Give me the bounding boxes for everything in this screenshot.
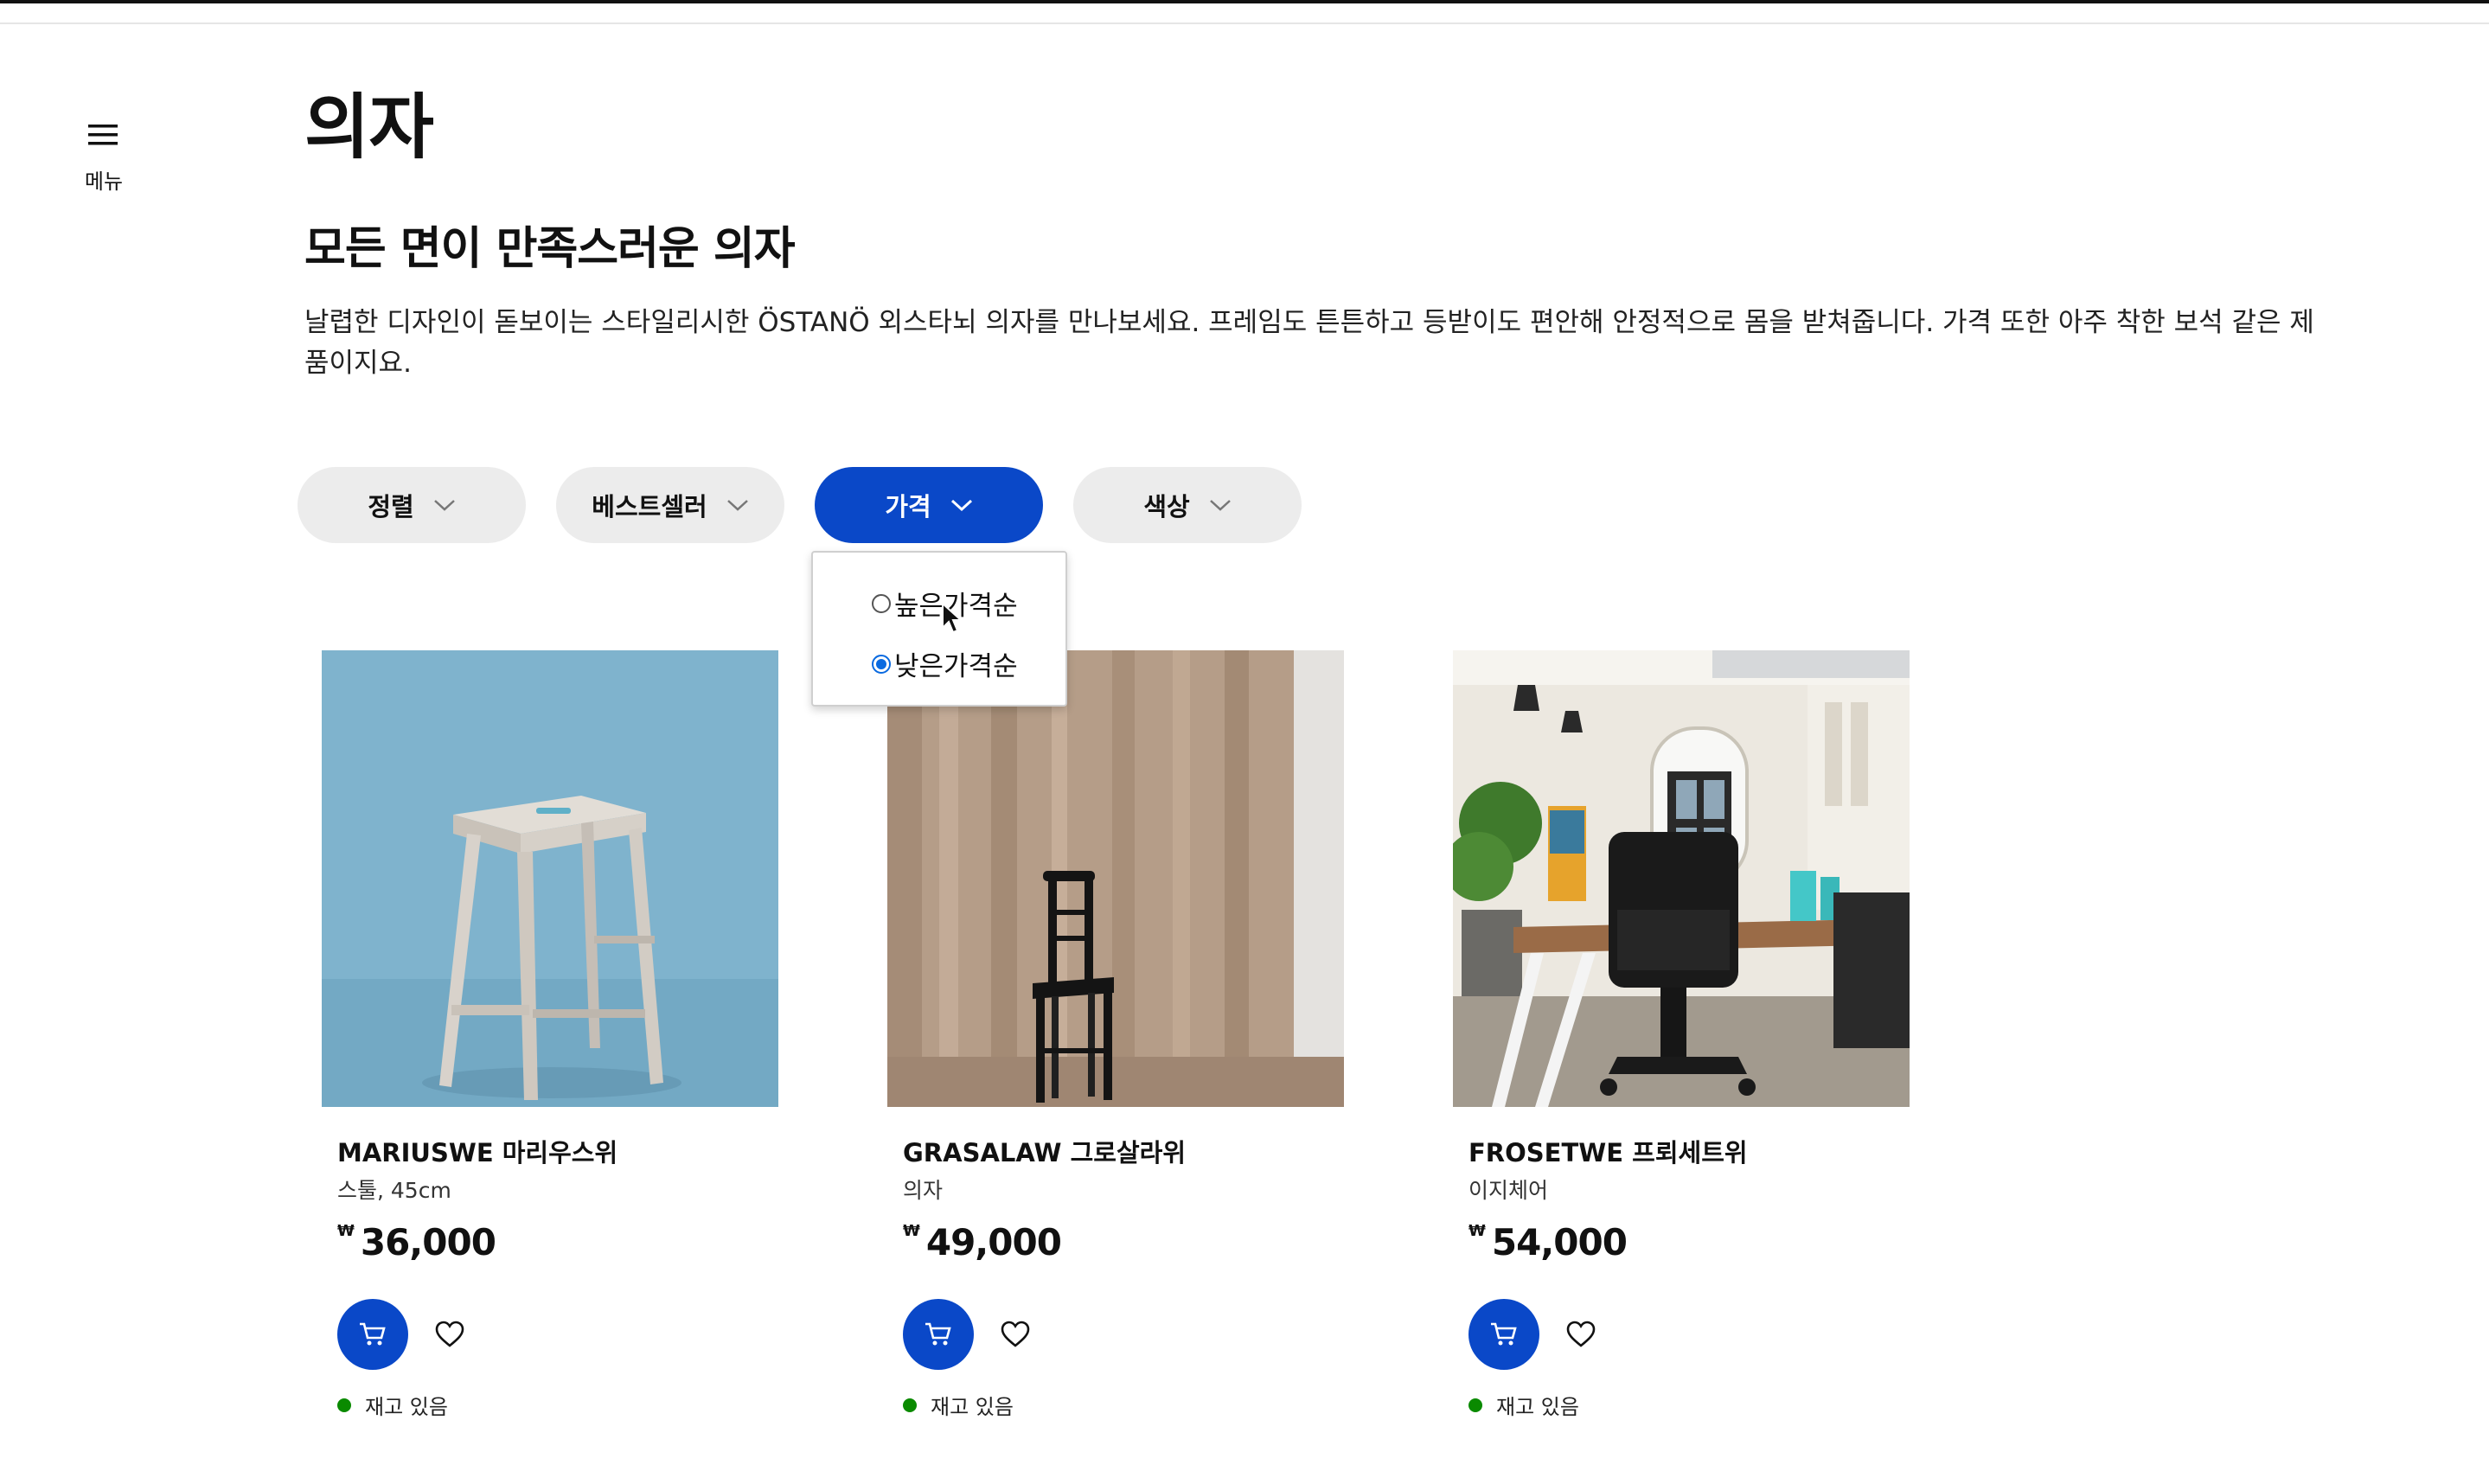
top-border	[0, 0, 2489, 3]
radio-checked-icon[interactable]	[872, 654, 891, 674]
product-price: ₩49,000	[903, 1221, 1062, 1263]
product-name[interactable]: GRASALAW 그로살라위	[903, 1133, 1186, 1169]
filter-label: 베스트셀러	[592, 492, 707, 521]
filter-price-button[interactable]: 가격	[815, 467, 1043, 543]
product-card: GRASALAW 그로살라위 의자 ₩49,000 재고 있음	[887, 650, 1346, 1429]
page-description: 날렵한 디자인이 돋보이는 스타일리시한 ÖSTANÖ 외스타뇌 의자를 만나보…	[304, 307, 2314, 379]
in-stock-dot-icon	[1468, 1398, 1482, 1412]
chevron-down-icon	[726, 500, 748, 511]
heart-icon	[1001, 1321, 1030, 1347]
product-image-chair[interactable]	[887, 650, 1344, 1107]
filter-bestseller-button[interactable]: 베스트셀러	[556, 467, 784, 543]
product-image-office-chair[interactable]	[1453, 650, 1910, 1107]
favorite-button[interactable]	[993, 1312, 1038, 1357]
add-to-cart-button[interactable]	[903, 1299, 974, 1370]
price-value: 49,000	[925, 1221, 1062, 1263]
filter-color-button[interactable]: 색상	[1073, 467, 1302, 543]
heart-icon	[1566, 1321, 1596, 1347]
page-subtitle: 모든 면이 만족스러운 의자	[304, 223, 796, 275]
page-title: 의자	[304, 86, 434, 169]
add-to-cart-button[interactable]	[1468, 1299, 1539, 1370]
favorite-button[interactable]	[1558, 1312, 1603, 1357]
stock-status: 재고 있음	[337, 1390, 448, 1420]
menu-button[interactable]: 메뉴	[78, 121, 130, 216]
cart-icon	[360, 1322, 386, 1346]
currency-symbol: ₩	[337, 1222, 355, 1240]
stock-status: 재고 있음	[1468, 1390, 1579, 1420]
filter-label: 가격	[885, 492, 931, 521]
favorite-button[interactable]	[427, 1312, 472, 1357]
currency-symbol: ₩	[1468, 1222, 1486, 1240]
product-card: FROSETWE 프뢰세트위 이지체어 ₩54,000 재고 있음	[1453, 650, 1911, 1429]
cart-icon	[1491, 1322, 1517, 1346]
add-to-cart-button[interactable]	[337, 1299, 408, 1370]
option-label: 낮은가격순	[894, 651, 1018, 682]
price-value: 54,000	[1491, 1221, 1628, 1263]
hamburger-icon	[88, 125, 118, 145]
stock-status: 재고 있음	[903, 1390, 1014, 1420]
filter-label: 정렬	[368, 492, 414, 521]
product-name[interactable]: FROSETWE 프뢰세트위	[1468, 1133, 1748, 1169]
filter-sort-button[interactable]: 정렬	[298, 467, 526, 543]
cart-icon	[925, 1322, 951, 1346]
product-price: ₩54,000	[1468, 1221, 1628, 1263]
mouse-cursor-icon	[942, 602, 963, 634]
product-name[interactable]: MARIUSWE 마리우스위	[337, 1133, 617, 1169]
product-image-stool[interactable]	[322, 650, 778, 1107]
stock-label: 재고 있음	[1496, 1395, 1579, 1419]
product-price: ₩36,000	[337, 1221, 496, 1263]
menu-label: 메뉴	[84, 170, 124, 194]
heart-icon	[435, 1321, 464, 1347]
product-description: 이지체어	[1468, 1178, 1549, 1203]
product-card: MARIUSWE 마리우스위 스툴, 45cm ₩36,000 재고 있음	[322, 650, 780, 1429]
filter-label: 색상	[1143, 492, 1190, 521]
in-stock-dot-icon	[337, 1398, 351, 1412]
price-value: 36,000	[360, 1221, 496, 1263]
stock-label: 재고 있음	[931, 1395, 1014, 1419]
product-description: 의자	[903, 1178, 944, 1203]
stock-label: 재고 있음	[365, 1395, 448, 1419]
chevron-down-icon	[950, 499, 972, 512]
product-description: 스툴, 45cm	[337, 1178, 451, 1203]
in-stock-dot-icon	[903, 1398, 917, 1412]
chevron-down-icon	[1209, 500, 1231, 511]
price-sort-dropdown: 높은가격순 낮은가격순	[811, 551, 1067, 707]
top-divider	[0, 22, 2489, 24]
sort-price-low-option[interactable]: 낮은가격순	[872, 644, 1018, 683]
chevron-down-icon	[433, 500, 455, 511]
currency-symbol: ₩	[903, 1222, 920, 1240]
radio-unchecked-icon[interactable]	[872, 593, 891, 613]
